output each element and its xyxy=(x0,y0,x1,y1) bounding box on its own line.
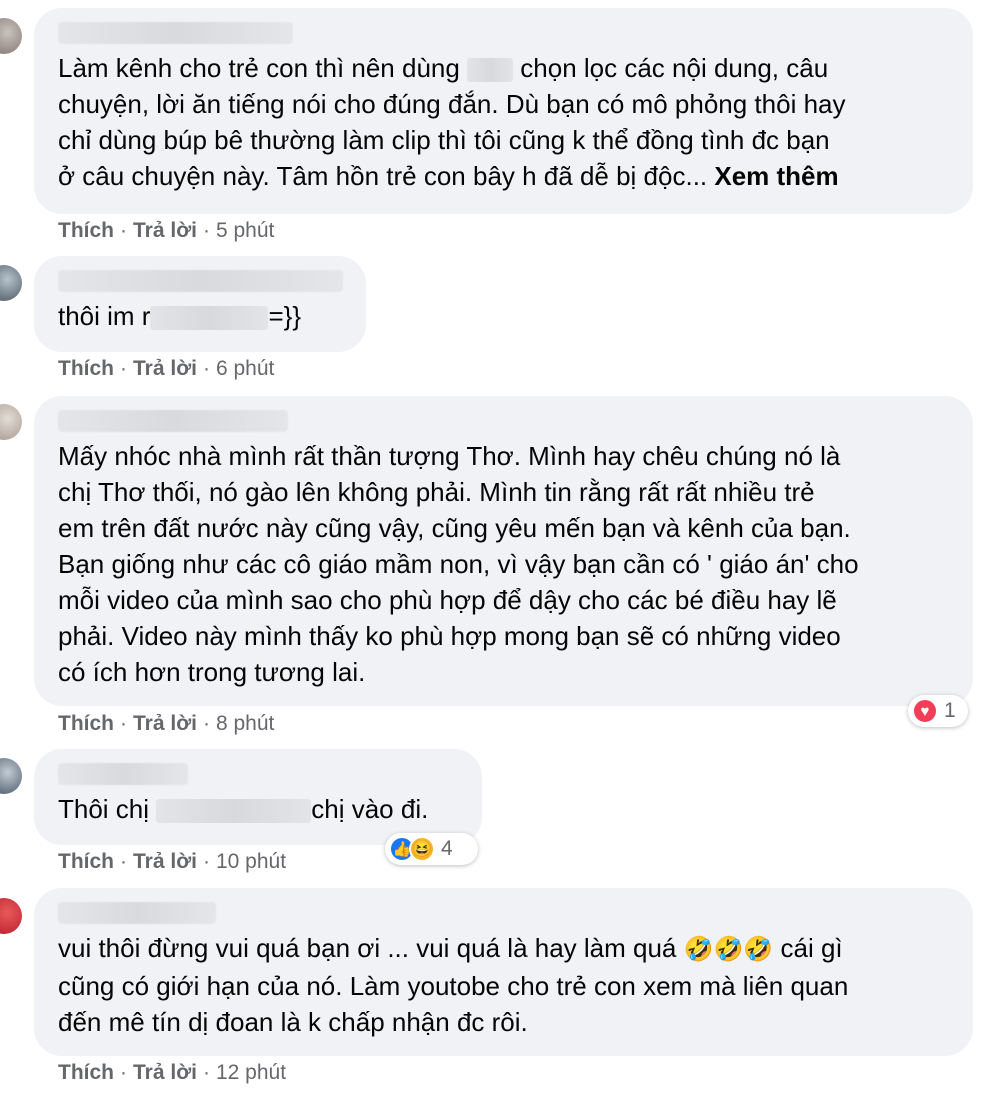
timestamp[interactable]: 10 phút xyxy=(216,850,286,873)
author-name-redacted[interactable] xyxy=(58,22,293,44)
reply-link[interactable]: Trả lời xyxy=(133,712,197,735)
reply-link[interactable]: Trả lời xyxy=(133,357,197,380)
avatar[interactable] xyxy=(0,18,22,54)
see-more-link[interactable]: Xem thêm xyxy=(714,161,838,191)
avatar[interactable] xyxy=(0,758,22,794)
redacted-word xyxy=(156,799,312,824)
comment-actions: Thích · Trả lời · 12 phút xyxy=(58,1061,287,1084)
comment-bubble: thôi im r =}} xyxy=(34,256,366,352)
author-name-redacted[interactable] xyxy=(58,902,216,924)
avatar[interactable] xyxy=(0,898,22,934)
comment-actions: Thích · Trả lời · 6 phút xyxy=(58,357,275,380)
comment-text: Mấy nhóc nhà mình rất thần tượng Thơ. Mì… xyxy=(58,441,859,687)
timestamp[interactable]: 8 phút xyxy=(216,712,274,735)
reaction-count: 4 xyxy=(441,837,453,860)
author-name-redacted[interactable] xyxy=(58,270,343,292)
comment-bubble: Làm kênh cho trẻ con thì nên dùng chọn l… xyxy=(34,8,973,214)
redacted-word xyxy=(467,58,514,83)
comment-bubble: vui thôi đừng vui quá bạn ơi ... vui quá… xyxy=(34,888,973,1056)
comment-bubble: Mấy nhóc nhà mình rất thần tượng Thơ. Mì… xyxy=(34,396,973,706)
comment-text: Thôi chị chị vào đi. xyxy=(58,794,429,824)
like-link[interactable]: Thích xyxy=(58,850,114,873)
haha-icon: 😆 xyxy=(409,836,435,862)
timestamp[interactable]: 12 phút xyxy=(216,1061,286,1084)
comment-bubble: Thôi chị chị vào đi. xyxy=(34,749,482,845)
avatar[interactable] xyxy=(0,265,22,301)
heart-icon: ♥ xyxy=(912,698,938,724)
author-name-redacted[interactable] xyxy=(58,410,288,432)
comment-actions: Thích · Trả lời · 8 phút xyxy=(58,712,275,735)
reply-link[interactable]: Trả lời xyxy=(133,850,197,873)
redacted-word xyxy=(150,306,269,331)
laughing-emoji-icon: 🤣🤣🤣 xyxy=(683,936,774,963)
avatar[interactable] xyxy=(0,404,22,440)
like-link[interactable]: Thích xyxy=(58,712,114,735)
reaction-summary[interactable]: ♥ 1 xyxy=(908,695,968,727)
comment-text: Làm kênh cho trẻ con thì nên dùng chọn l… xyxy=(58,53,846,191)
reaction-summary[interactable]: 👍 😆 4 xyxy=(385,833,478,865)
comment-actions: Thích · Trả lời · 10 phút xyxy=(58,850,287,873)
author-name-redacted[interactable] xyxy=(58,763,188,785)
timestamp[interactable]: 5 phút xyxy=(216,219,274,242)
like-link[interactable]: Thích xyxy=(58,219,114,242)
like-link[interactable]: Thích xyxy=(58,1061,114,1084)
reply-link[interactable]: Trả lời xyxy=(133,219,197,242)
reply-link[interactable]: Trả lời xyxy=(133,1061,197,1084)
like-link[interactable]: Thích xyxy=(58,357,114,380)
comment-text: vui thôi đừng vui quá bạn ơi ... vui quá… xyxy=(58,933,849,1037)
timestamp[interactable]: 6 phút xyxy=(216,357,274,380)
comment-actions: Thích · Trả lời · 5 phút xyxy=(58,219,275,242)
reaction-count: 1 xyxy=(944,699,956,722)
comment-text: thôi im r =}} xyxy=(58,301,302,331)
